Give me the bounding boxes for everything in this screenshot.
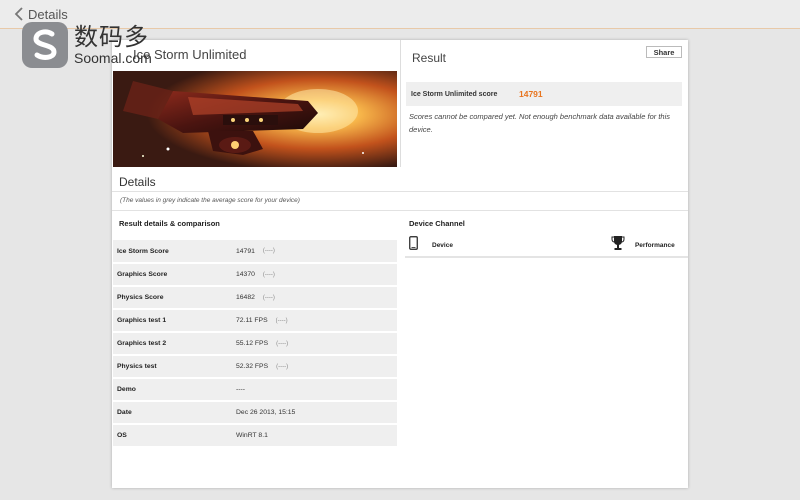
watermark-logo-icon	[22, 22, 68, 68]
table-row: Graphics test 1 72.11 FPS (----)	[113, 309, 397, 332]
row-key: Graphics test 2	[117, 340, 167, 347]
details-separator	[112, 191, 688, 192]
table-row: Graphics Score 14370 (----)	[113, 263, 397, 286]
row-average: (----)	[275, 317, 288, 324]
table-row: Physics test 52.32 FPS (----)	[113, 355, 397, 378]
watermark-en-text: Soomal.com	[74, 50, 152, 66]
table-row: Physics Score 16482 (----)	[113, 286, 397, 309]
result-details-table: Ice Storm Score 14791 (----) Graphics Sc…	[113, 240, 397, 447]
row-value: Dec 26 2013, 15:15	[236, 409, 296, 416]
row-key: Graphics test 1	[117, 317, 167, 324]
details-separator-2	[112, 210, 688, 211]
row-average: (----)	[262, 248, 275, 254]
device-channel-header: Device Performance	[405, 234, 688, 258]
row-key: Ice Storm Score	[117, 247, 169, 255]
spaceship-artwork-image	[113, 71, 397, 167]
details-note: (The values in grey indicate the average…	[120, 197, 300, 204]
row-value: 72.11 FPS	[236, 317, 268, 324]
row-average: (----)	[262, 294, 275, 301]
phone-icon	[409, 235, 418, 255]
table-row: Demo ----	[113, 378, 397, 401]
row-key: Date	[117, 409, 132, 416]
row-key: OS	[117, 432, 127, 439]
result-card: Ice Storm Unlimited Share Result Ice Sto…	[112, 40, 688, 488]
table-row: OS WinRT 8.1	[113, 424, 397, 447]
details-title: Details	[119, 175, 156, 189]
score-value: 14791	[519, 89, 543, 99]
score-label: Ice Storm Unlimited score	[411, 90, 498, 98]
row-value: 14370	[236, 271, 255, 278]
device-channel-title: Device Channel	[409, 219, 465, 228]
header-divider	[400, 40, 401, 167]
score-box: Ice Storm Unlimited score 14791	[406, 82, 682, 106]
score-note: Scores cannot be compared yet. Not enoug…	[409, 112, 670, 134]
row-average: (----)	[276, 340, 289, 347]
trophy-icon	[611, 235, 625, 256]
share-button[interactable]: Share	[646, 46, 682, 58]
watermark-cn-text: 数码多	[74, 23, 149, 51]
row-value: 14791	[236, 247, 255, 255]
result-title: Result	[412, 51, 447, 65]
row-key: Physics test	[117, 363, 157, 370]
watermark: 数码多 Soomal.com	[22, 20, 172, 70]
row-key: Demo	[117, 386, 136, 393]
row-value: 16482	[236, 294, 255, 301]
table-row: Ice Storm Score 14791 (----)	[113, 240, 397, 263]
device-column-label: Device	[432, 241, 453, 249]
table-row: Date Dec 26 2013, 15:15	[113, 401, 397, 424]
row-value: WinRT 8.1	[236, 432, 268, 439]
row-value: 55.12 FPS	[236, 340, 269, 347]
table-row: Graphics test 2 55.12 FPS (----)	[113, 332, 397, 355]
comparison-title: Result details & comparison	[119, 219, 220, 228]
row-key: Physics Score	[117, 294, 164, 301]
row-value: 52.32 FPS	[236, 363, 269, 370]
row-average: (----)	[262, 271, 275, 278]
chevron-left-icon	[14, 7, 24, 21]
row-key: Graphics Score	[117, 271, 168, 278]
row-value: ----	[236, 386, 246, 393]
performance-column-label: Performance	[634, 241, 675, 249]
row-average: (----)	[276, 363, 289, 370]
